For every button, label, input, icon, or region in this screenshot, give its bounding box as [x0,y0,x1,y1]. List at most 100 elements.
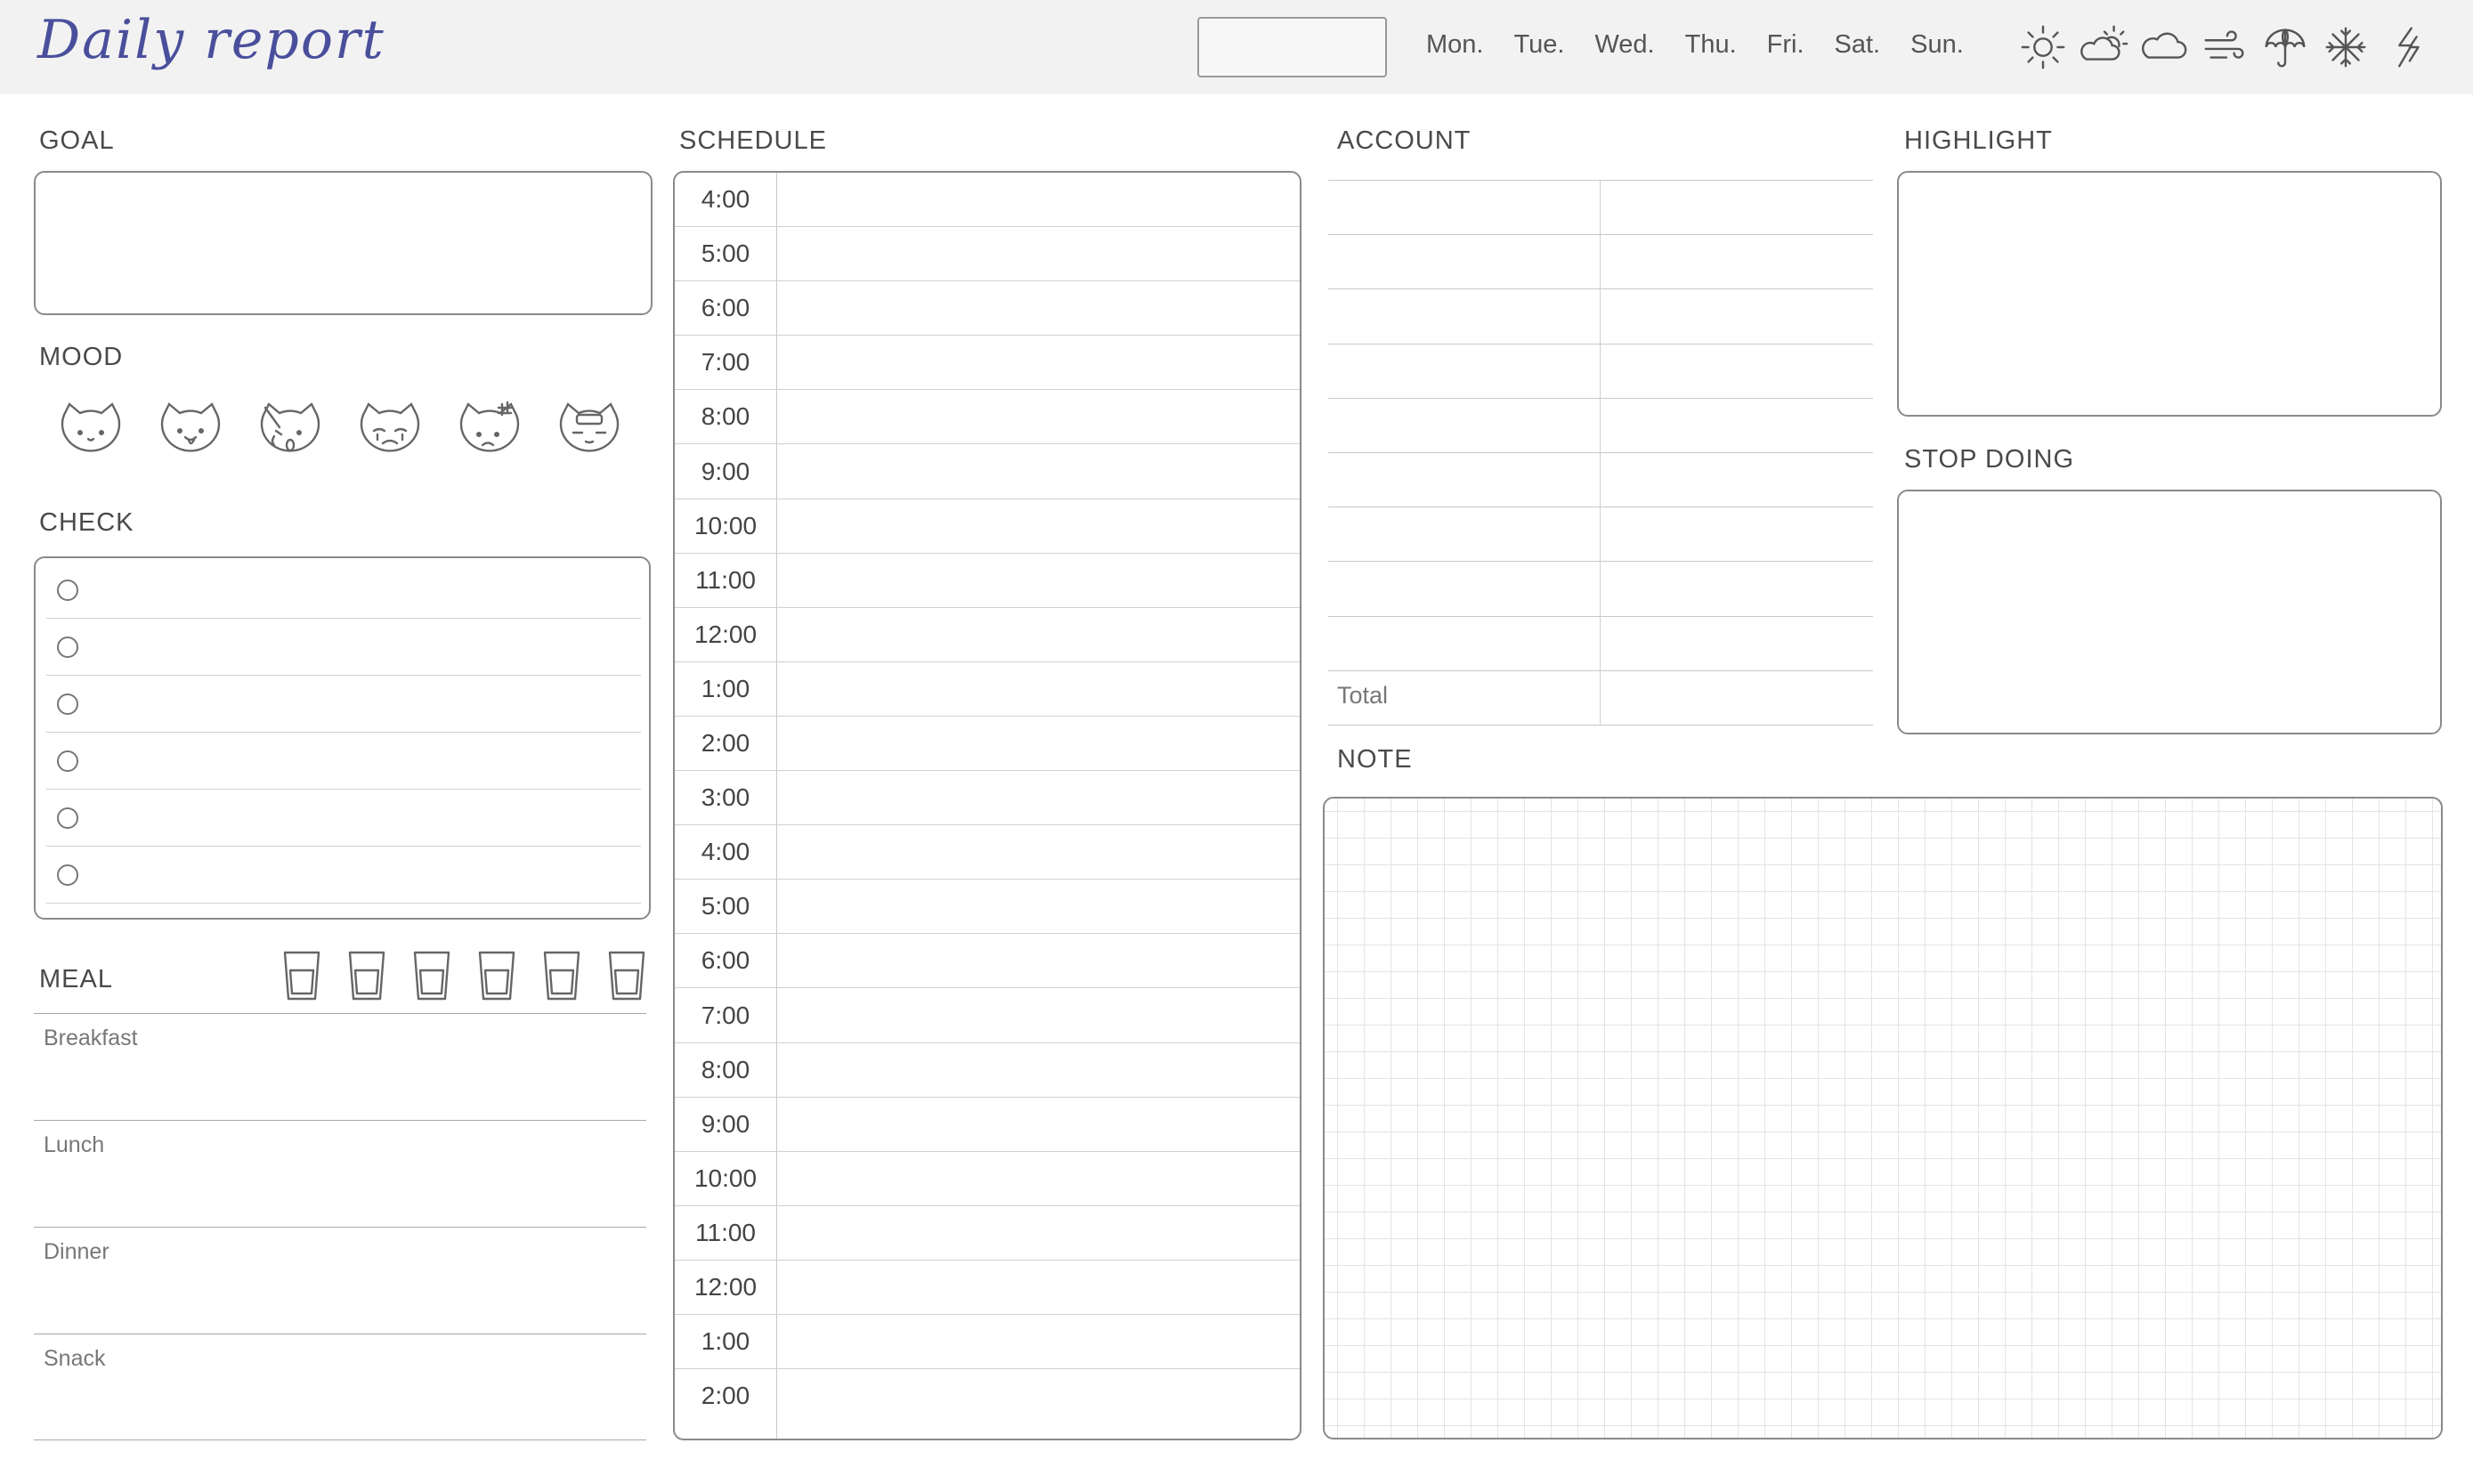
check-item-6[interactable] [46,847,641,904]
schedule-row[interactable]: 9:00 [675,1098,1300,1152]
schedule-time: 4:00 [701,838,750,866]
partly-cloudy-icon[interactable] [2076,20,2131,75]
day-sat[interactable]: Sat. [1835,30,1881,60]
cat-crying-icon[interactable] [356,397,424,465]
check-item-3[interactable] [46,676,641,733]
account-row-line [1328,561,1873,563]
day-wed[interactable]: Wed. [1594,30,1654,60]
schedule-time: 12:00 [693,1273,758,1301]
schedule-row[interactable]: 11:00 [675,1206,1300,1261]
check-radio[interactable] [57,636,78,658]
account-total-label: Total [1337,682,1389,709]
water-glass-icon[interactable] [474,949,519,1002]
schedule-row[interactable]: 2:00 [675,717,1300,771]
schedule-row[interactable]: 8:00 [675,390,1300,445]
schedule-row[interactable]: 4:00 [675,173,1300,227]
meal-divider [34,1013,646,1014]
schedule-row[interactable]: 9:00 [675,445,1300,499]
schedule-time: 9:00 [701,1109,750,1138]
account-row-line [1328,615,1873,617]
check-radio[interactable] [57,579,78,601]
cloud-icon[interactable] [2137,20,2192,75]
meal-divider [34,1439,646,1440]
schedule-row[interactable]: 3:00 [675,771,1300,826]
schedule-row[interactable]: 10:00 [675,1152,1300,1206]
check-item-5[interactable] [46,790,641,847]
goal-label: GOAL [39,126,115,155]
schedule-row[interactable]: 1:00 [675,1315,1300,1370]
snowflake-icon[interactable] [2318,20,2373,75]
schedule-time: 10:00 [693,1164,758,1192]
check-radio[interactable] [57,807,78,829]
meal-divider [34,1120,646,1121]
highlight-label: HIGHLIGHT [1904,126,2053,155]
cat-calm-icon[interactable] [57,397,125,465]
schedule-row[interactable]: 5:00 [675,880,1300,935]
cat-happy-icon[interactable] [157,397,224,465]
note-grid[interactable] [1323,797,2443,1439]
schedule-time: 11:00 [695,565,756,594]
water-glass-icon[interactable] [345,949,389,1002]
schedule-row[interactable]: 10:00 [675,499,1300,554]
cat-surprised-icon[interactable] [256,397,324,465]
lightning-icon[interactable] [2379,20,2434,75]
day-mon[interactable]: Mon. [1426,30,1483,60]
schedule-row[interactable]: 12:00 [675,608,1300,662]
schedule-time: 2:00 [701,1382,750,1410]
schedule-row[interactable]: 2:00 [675,1369,1300,1423]
schedule-time: 12:00 [693,620,758,648]
umbrella-icon[interactable] [2258,20,2313,75]
stop-doing-label: STOP DOING [1904,445,2075,474]
check-radio[interactable] [57,750,78,772]
cat-angry-icon[interactable] [456,397,523,465]
schedule-row[interactable]: 1:00 [675,662,1300,717]
schedule-time: 11:00 [695,1218,756,1246]
water-glass-icon[interactable] [539,949,584,1002]
check-radio[interactable] [57,864,78,886]
top-bar: Daily report Mon. Tue. Wed. Thu. Fri. Sa… [0,0,2473,94]
account-row-line [1328,288,1873,290]
check-item-2[interactable] [46,619,641,676]
schedule-row[interactable]: 8:00 [675,1043,1300,1098]
day-sun[interactable]: Sun. [1910,30,1964,60]
schedule-time: 6:00 [701,294,750,322]
weather-selector [2015,20,2439,75]
schedule-time: 2:00 [701,729,750,757]
cat-tired-icon[interactable] [555,397,623,465]
date-input[interactable] [1197,17,1387,77]
water-glass-icon[interactable] [280,949,324,1002]
account-label: ACCOUNT [1337,126,1472,155]
account-row-line [1328,397,1873,399]
meal-label: MEAL [39,965,113,993]
water-glass-icon[interactable] [604,949,649,1002]
check-radio[interactable] [57,693,78,715]
meal-snack-label: Snack [44,1346,106,1371]
checklist-box [34,556,651,920]
schedule-time: 8:00 [701,402,750,431]
wind-icon[interactable] [2197,20,2252,75]
schedule-time: 3:00 [701,783,750,812]
goal-box[interactable] [34,171,653,315]
schedule-time: 5:00 [701,239,750,268]
schedule-row[interactable]: 11:00 [675,554,1300,608]
schedule-row[interactable]: 12:00 [675,1261,1300,1315]
check-item-4[interactable] [46,733,641,790]
schedule-row[interactable]: 4:00 [675,825,1300,880]
schedule-row[interactable]: 6:00 [675,281,1300,337]
day-tue[interactable]: Tue. [1513,30,1564,60]
highlight-box[interactable] [1897,171,2442,417]
check-label: CHECK [39,508,134,537]
account-row-line [1328,669,1873,671]
schedule-row[interactable]: 7:00 [675,989,1300,1043]
schedule-row[interactable]: 7:00 [675,336,1300,391]
day-fri[interactable]: Fri. [1767,30,1804,60]
schedule-row[interactable]: 5:00 [675,227,1300,282]
schedule-time: 1:00 [701,1327,750,1356]
schedule-box: 4:00 5:00 6:00 7:00 8:00 9:00 10:00 11:00 12:00 1… [673,171,1301,1440]
stop-doing-box[interactable] [1897,490,2442,734]
schedule-row[interactable]: 6:00 [675,934,1300,989]
sun-icon[interactable] [2015,20,2071,75]
check-item-1[interactable] [46,562,641,619]
day-thu[interactable]: Thu. [1685,30,1737,60]
water-glass-icon[interactable] [409,949,454,1002]
